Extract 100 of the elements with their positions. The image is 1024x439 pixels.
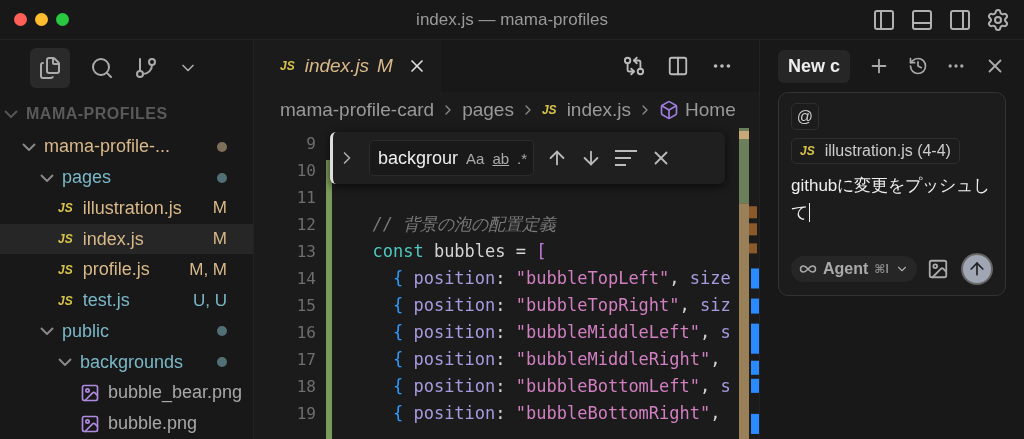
breadcrumb-item[interactable]: mama-profile-card: [280, 99, 435, 121]
mode-label: Agent: [822, 260, 869, 278]
code-token: :: [495, 349, 507, 369]
file-row[interactable]: JS test.js U, U: [0, 285, 253, 316]
branch-icon[interactable]: [134, 56, 158, 80]
code-token: size: [689, 268, 731, 288]
lines-icon[interactable]: [614, 149, 639, 167]
settings-icon[interactable]: [986, 7, 1010, 32]
folder-name: backgrounds: [80, 351, 184, 373]
minimize-window-button[interactable]: [35, 13, 48, 26]
folder-name: public: [62, 320, 110, 342]
panel-bottom-icon[interactable]: [910, 7, 934, 32]
line-number: 11: [295, 187, 316, 209]
explorer-tab[interactable]: [30, 48, 70, 88]
code-token: :: [495, 403, 507, 423]
file-name: bubble_bear.png: [108, 382, 243, 404]
code-token: ,: [710, 349, 721, 369]
chat-tab[interactable]: New c: [777, 49, 850, 83]
file-name: profile.js: [82, 259, 150, 281]
compare-icon[interactable]: [622, 55, 645, 77]
file-name: test.js: [82, 290, 130, 312]
cube-icon: [659, 100, 680, 120]
code-token: "bubbleMiddleLeft": [515, 322, 701, 342]
line-number: 13: [295, 241, 316, 263]
folder-name: pages: [62, 167, 112, 189]
code-token: :: [495, 322, 507, 342]
code-token: bubbles =: [432, 241, 527, 261]
js-file-icon: JS: [541, 103, 557, 117]
code-token: position: [412, 322, 496, 342]
code-token: "bubbleMiddleRight": [515, 349, 711, 369]
line-number: 16: [295, 322, 316, 344]
shortcut-label: ⌘I: [874, 262, 889, 276]
find-option[interactable]: Aa: [466, 149, 485, 167]
file-row[interactable]: JS index.js M: [0, 223, 253, 255]
code-token: position: [412, 403, 496, 423]
chat-input-box[interactable]: @ JS illustration.js (4-4) githubに変更をプッシュして Agent ⌘I: [777, 92, 1006, 296]
context-chip[interactable]: JS illustration.js (4-4): [790, 138, 960, 164]
code-token: "bubbleBottomRight": [515, 403, 711, 423]
line-number: 19: [295, 403, 316, 425]
code-token: position: [412, 349, 496, 369]
file-name: bubble.png: [108, 413, 198, 435]
panel-right-icon[interactable]: [948, 7, 972, 32]
code-token: ,: [700, 322, 712, 342]
find-option[interactable]: .*: [517, 149, 528, 167]
folder-row[interactable]: pages: [0, 162, 253, 193]
file-row[interactable]: bubble.png: [0, 408, 253, 439]
folder-row[interactable]: mama-profile-...: [0, 131, 253, 163]
code-token: ,: [669, 268, 681, 288]
code-token: ,: [700, 376, 712, 396]
code-token: {: [391, 295, 404, 315]
js-file-icon: JS: [799, 144, 815, 158]
code-token: {: [391, 403, 404, 423]
folder-row[interactable]: public: [0, 316, 253, 347]
file-name: illustration.js: [82, 197, 182, 219]
split-editor-icon[interactable]: [666, 55, 689, 77]
code-token: {: [391, 268, 404, 288]
code-token: s: [720, 376, 731, 396]
code-token: position: [412, 376, 496, 396]
code-token: ,: [679, 295, 691, 315]
js-file-icon: JS: [58, 262, 73, 277]
line-number: 14: [295, 268, 316, 290]
git-status: M: [377, 55, 393, 77]
breadcrumb-item[interactable]: Home: [659, 99, 736, 121]
git-status: U, U: [193, 290, 227, 311]
folder-row[interactable]: backgrounds: [0, 346, 253, 378]
maximize-window-button[interactable]: [56, 13, 69, 26]
find-field[interactable]: backgrour Aa ab .*: [369, 140, 535, 176]
image-file-icon: [80, 382, 100, 403]
explorer-title: MAMA-PROFILES: [26, 104, 168, 123]
file-name: index.js: [82, 228, 144, 250]
mode-dropdown[interactable]: Agent ⌘I: [790, 256, 917, 282]
js-file-icon: JS: [58, 201, 73, 216]
code-token: [: [536, 241, 547, 261]
line-number: 15: [295, 295, 316, 317]
file-row[interactable]: JS profile.js M, M: [0, 254, 253, 286]
js-file-icon: JS: [58, 232, 73, 247]
breadcrumb-item[interactable]: JS index.js: [541, 99, 632, 121]
code-token: :: [495, 268, 507, 288]
code-token: :: [495, 376, 507, 396]
code-token: "bubbleBottomLeft": [515, 376, 701, 396]
git-status: M, M: [189, 259, 227, 280]
image-icon[interactable]: [926, 258, 949, 280]
message-text: githubに変更をプッシュして: [790, 175, 992, 224]
code-token: {: [391, 322, 404, 342]
js-file-icon: JS: [58, 293, 73, 308]
send-button[interactable]: [961, 253, 993, 285]
file-row[interactable]: JS illustration.js M: [0, 192, 253, 224]
window-title: index.js — mama-profiles: [416, 9, 608, 30]
panel-left-icon[interactable]: [872, 7, 896, 32]
close-window-button[interactable]: [14, 13, 27, 26]
mention-button[interactable]: @: [790, 103, 819, 130]
line-number: 18: [295, 376, 316, 398]
file-row[interactable]: bubble_bear.png: [0, 377, 253, 409]
code-token: position: [412, 268, 496, 288]
code-token: "bubbleTopLeft": [515, 268, 670, 288]
find-option[interactable]: ab: [492, 149, 510, 167]
search-icon[interactable]: [90, 56, 114, 80]
history-icon[interactable]: [908, 56, 928, 76]
code-token: position: [412, 295, 496, 315]
breadcrumb-item[interactable]: pages: [462, 99, 514, 121]
